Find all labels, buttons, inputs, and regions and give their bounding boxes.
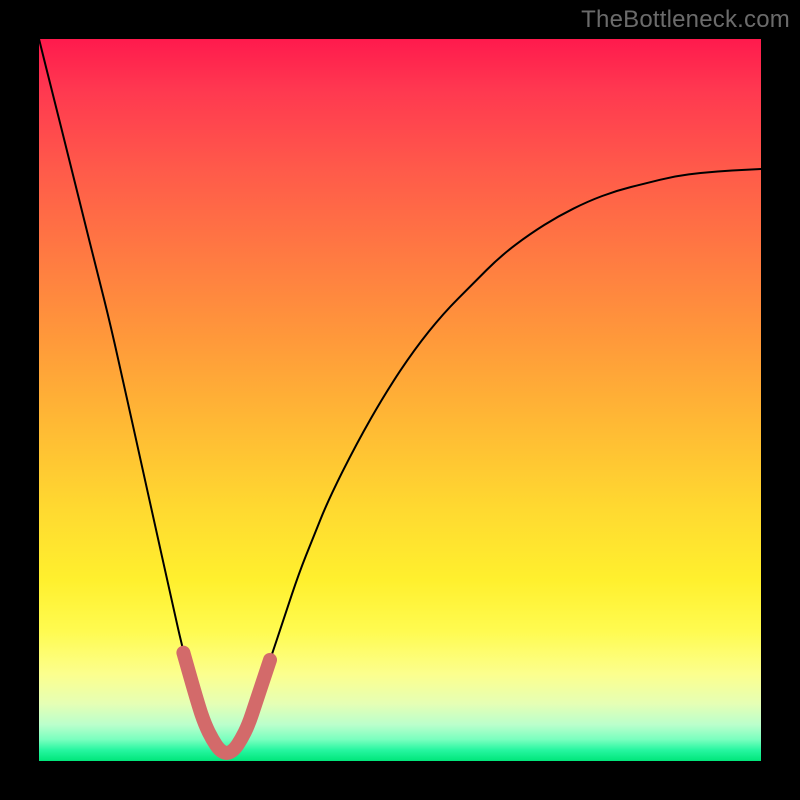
- watermark-text: TheBottleneck.com: [581, 6, 790, 34]
- bottleneck-curve-emphasis: [183, 653, 270, 753]
- curve-layer: [39, 39, 761, 761]
- bottleneck-curve: [39, 39, 761, 753]
- chart-stage: TheBottleneck.com: [0, 0, 800, 800]
- plot-area: [39, 39, 761, 761]
